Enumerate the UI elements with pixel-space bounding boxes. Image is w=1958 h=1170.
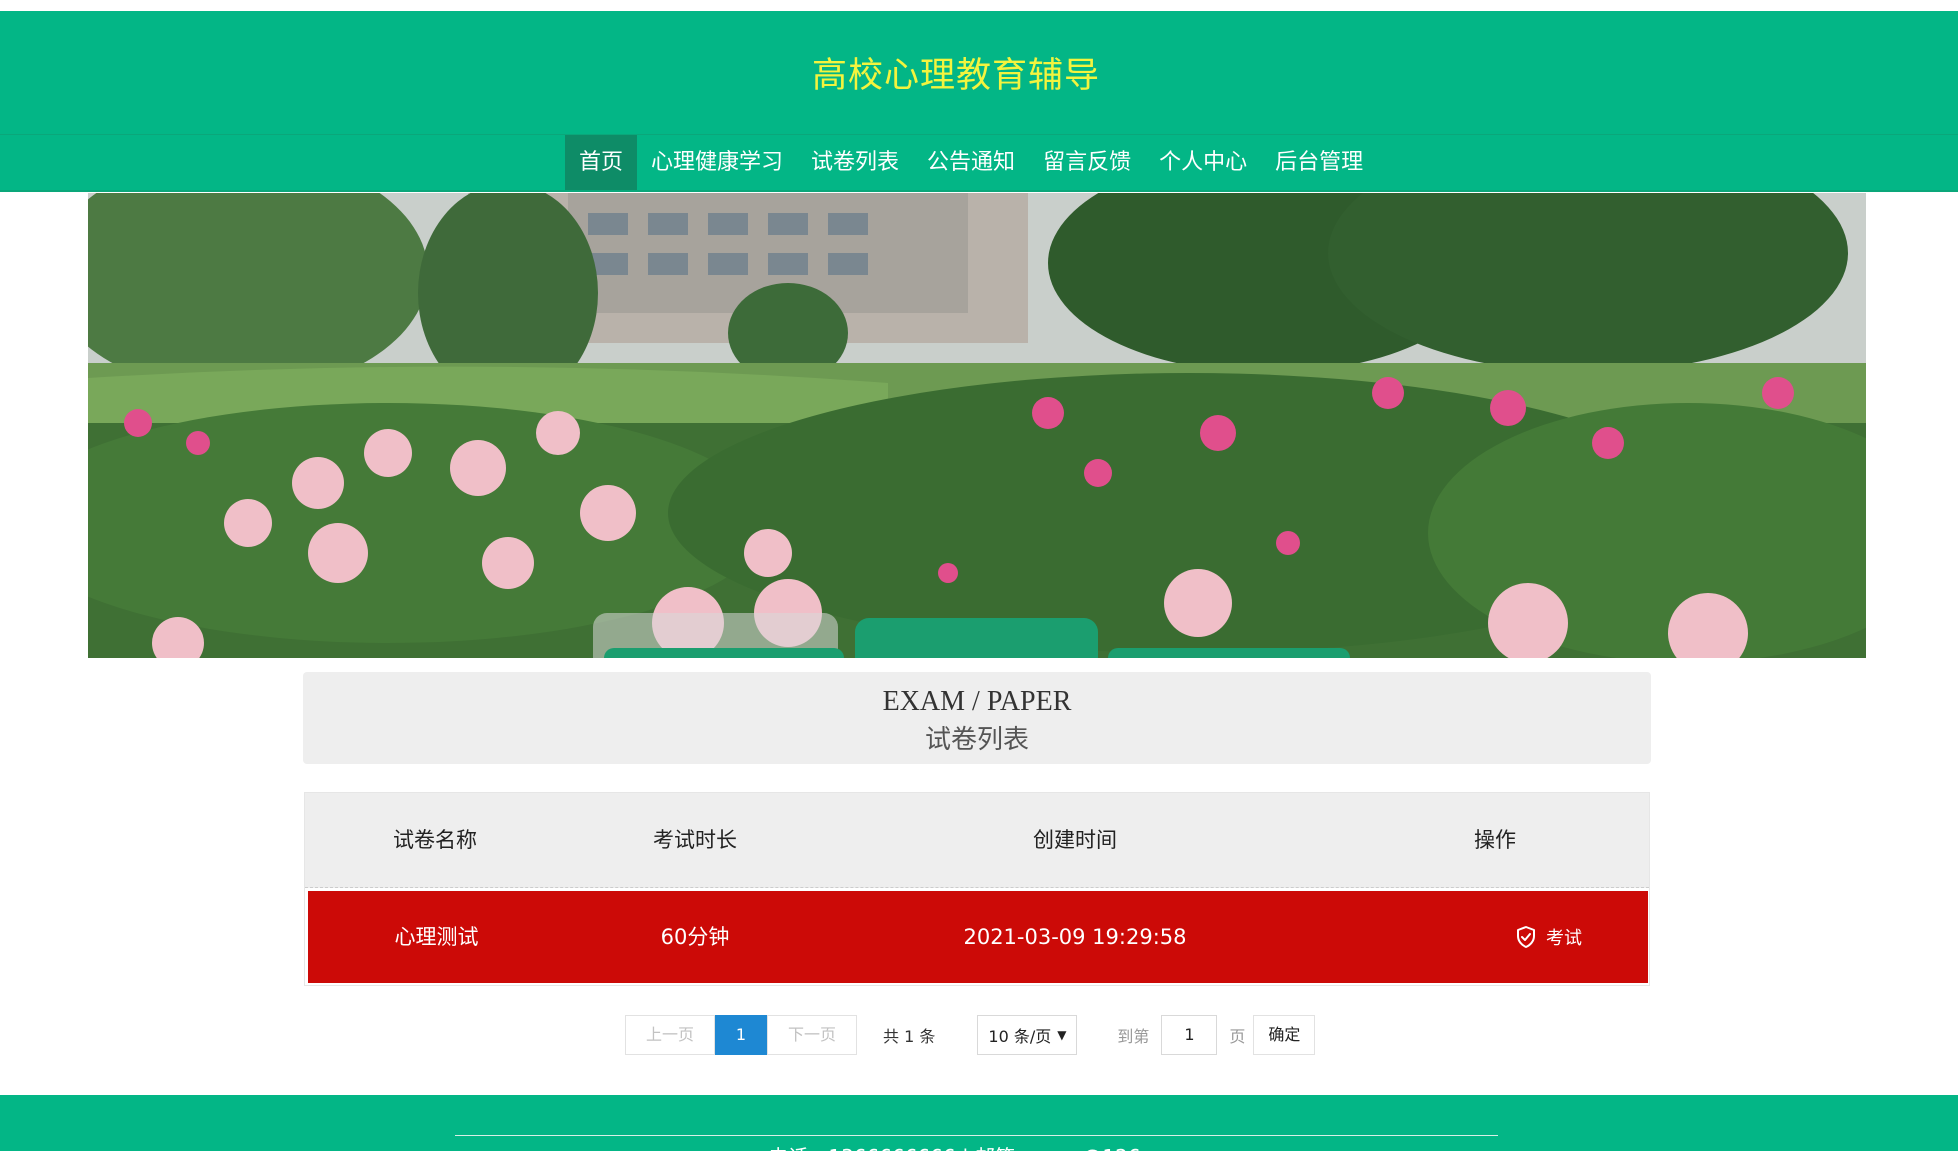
page-number-current[interactable]: 1	[715, 1015, 768, 1055]
total-count: 共 1 条	[883, 1027, 936, 1046]
column-header-name: 试卷名称	[393, 828, 477, 852]
goto-label: 到第	[1117, 1027, 1150, 1046]
take-exam-label: 考试	[1546, 928, 1582, 949]
column-header-action: 操作	[1474, 828, 1516, 852]
chevron-down-icon: ▼	[1057, 1028, 1067, 1042]
column-header-created: 创建时间	[1033, 828, 1117, 852]
goto-confirm-button[interactable]: 确定	[1253, 1015, 1316, 1055]
nav-item-exam-list[interactable]: 试卷列表	[797, 135, 913, 190]
column-header-duration: 考试时长	[653, 828, 737, 852]
goto-page-suffix: 页	[1229, 1027, 1246, 1046]
banner-tab-left-accent	[604, 648, 844, 658]
cell-created-time: 2021-03-09 19:29:58	[963, 925, 1187, 949]
section-title-cn: 试卷列表	[924, 725, 1029, 755]
main-nav: 首页 心理健康学习 试卷列表 公告通知 留言反馈 个人中心 后台管理	[0, 135, 1958, 192]
goto-page-input[interactable]: 1	[1161, 1015, 1218, 1055]
nav-item-home[interactable]: 首页	[565, 135, 638, 190]
site-title: 高校心理教育辅导	[811, 56, 1100, 96]
shield-check-icon	[1517, 926, 1535, 948]
section-title-en: EXAM / PAPER	[882, 686, 1072, 717]
banner-tab-center[interactable]	[855, 618, 1098, 658]
nav-item-feedback[interactable]: 留言反馈	[1029, 135, 1145, 190]
banner-scenery	[88, 193, 1866, 658]
site-header: 高校心理教育辅导	[0, 11, 1958, 135]
pagination: 上一页 1 下一页 共 1 条 10 条/页 ▼ 到第 1 页 确定	[625, 1015, 1316, 1055]
table-row[interactable]: 心理测试 60分钟 2021-03-09 19:29:58 考试	[308, 891, 1648, 983]
top-strip	[0, 0, 1958, 11]
page-size-select[interactable]: 10 条/页 ▼	[977, 1015, 1078, 1055]
cell-exam-name: 心理测试	[394, 925, 479, 949]
next-page-button[interactable]: 下一页	[767, 1015, 858, 1055]
banner-tab-right[interactable]	[1108, 648, 1350, 658]
cell-duration: 60分钟	[660, 925, 730, 949]
nav-item-notice[interactable]: 公告通知	[913, 135, 1029, 190]
banner-image	[88, 193, 1866, 658]
table-header: 试卷名称 考试时长 创建时间 操作	[305, 793, 1649, 888]
section-title: EXAM / PAPER 试卷列表	[303, 672, 1651, 764]
page-size-value: 10 条/页	[988, 1027, 1052, 1046]
nav-item-admin[interactable]: 后台管理	[1261, 135, 1377, 190]
footer-divider	[455, 1135, 1498, 1136]
take-exam-button[interactable]: 考试	[1448, 891, 1648, 983]
prev-page-button[interactable]: 上一页	[625, 1015, 716, 1055]
nav-item-study[interactable]: 心理健康学习	[637, 135, 797, 190]
site-footer: 电话：1366666666 | 邮箱：xxxx@126.com	[0, 1095, 1958, 1169]
nav-items: 首页 心理健康学习 试卷列表 公告通知 留言反馈 个人中心 后台管理	[565, 135, 1377, 190]
exam-table: 试卷名称 考试时长 创建时间 操作 心理测试 60分钟 2021-03-09 1…	[304, 792, 1650, 986]
footer-contact: 电话：1366666666 | 邮箱：xxxx@126.com	[768, 1145, 1190, 1169]
nav-item-profile[interactable]: 个人中心	[1145, 135, 1261, 190]
